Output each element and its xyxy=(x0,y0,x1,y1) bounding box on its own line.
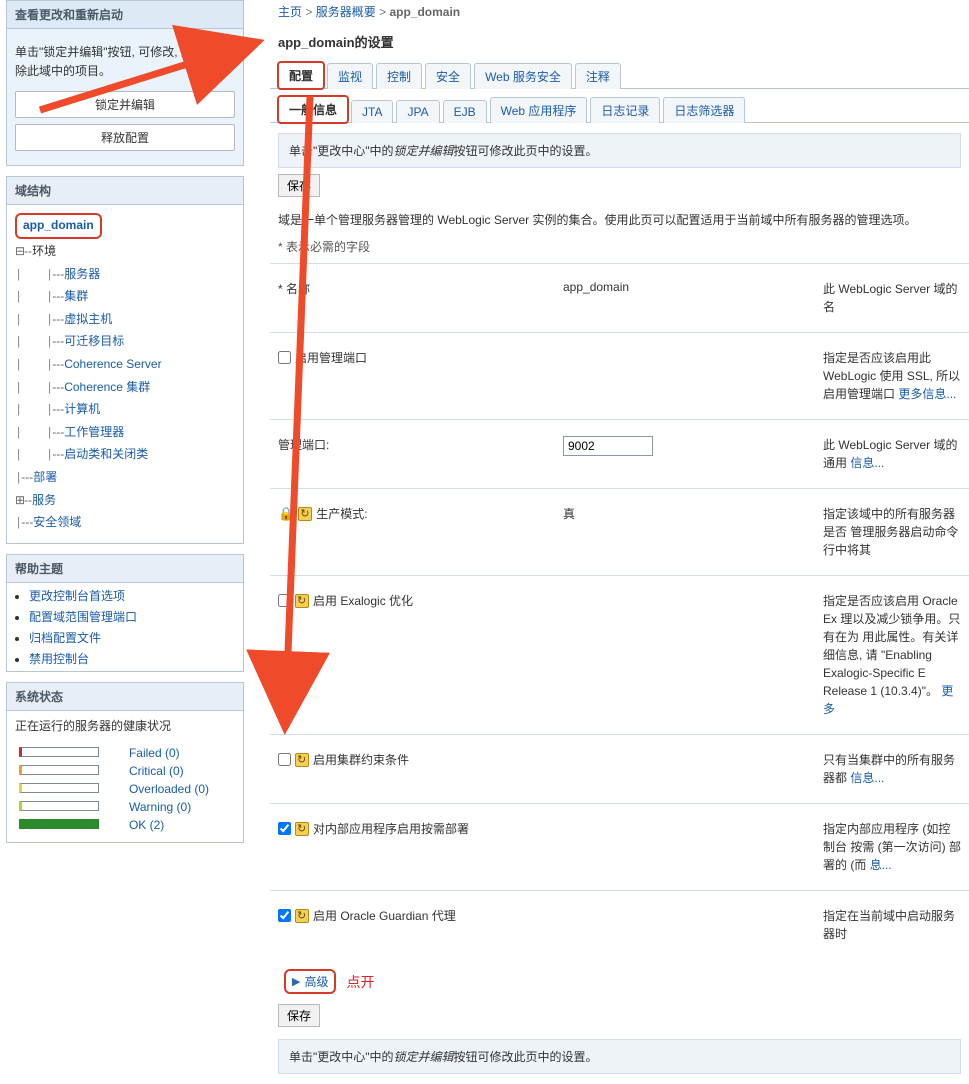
prop-adminport-label: 管理端口: xyxy=(278,436,329,453)
tree-toggle-icon[interactable]: ⊞ xyxy=(15,494,24,508)
more-info-link[interactable]: 息... xyxy=(870,858,892,872)
restart-icon xyxy=(295,753,309,767)
lock-edit-button[interactable]: 锁定并编辑 xyxy=(15,91,235,118)
tab-配置[interactable]: 配置 xyxy=(278,62,324,89)
breadcrumb-current: app_domain xyxy=(389,5,460,19)
prop-name-label: * 名称 xyxy=(278,280,310,297)
help-link[interactable]: 禁用控制台 xyxy=(29,652,89,666)
help-topics-title: 帮助主题 xyxy=(7,555,243,583)
subtab-日志记录[interactable]: 日志记录 xyxy=(590,97,660,123)
breadcrumb-home[interactable]: 主页 xyxy=(278,5,302,19)
tab-安全[interactable]: 安全 xyxy=(425,63,471,89)
prop-name-help: 此 WebLogic Server 域的名 xyxy=(823,280,961,316)
tree-deploy[interactable]: 部署 xyxy=(33,470,57,484)
prop-exalogic-label: 启用 Exalogic 优化 xyxy=(313,592,413,609)
tree-item[interactable]: Coherence Server xyxy=(64,357,161,371)
admin-port-enabled-checkbox[interactable] xyxy=(278,351,291,364)
annotation-clickopen: 点开 xyxy=(346,972,374,992)
prop-adminport-enabled-label: 启用管理端口 xyxy=(295,349,367,366)
breadcrumb-servers[interactable]: 服务器概要 xyxy=(316,5,376,19)
more-info-link[interactable]: 更多信息... xyxy=(898,387,956,401)
breadcrumb: 主页 > 服务器概要 > app_domain xyxy=(270,0,969,32)
lock-icon: 🔒 xyxy=(278,506,294,522)
tab-监视[interactable]: 监视 xyxy=(327,63,373,89)
tree-env[interactable]: 环境 xyxy=(32,244,56,258)
tree-item[interactable]: 服务器 xyxy=(64,267,100,281)
tree-item[interactable]: 工作管理器 xyxy=(64,425,124,439)
save-button-bottom[interactable]: 保存 xyxy=(278,1004,320,1027)
help-link[interactable]: 更改控制台首选项 xyxy=(29,589,125,603)
domain-tree: app_domain ⊟--环境 | |---服务器| |---集群| |---… xyxy=(7,205,243,542)
health-link[interactable]: Overloaded (0) xyxy=(129,782,209,796)
prop-ondemand-label: 对内部应用程序启用按需部署 xyxy=(313,820,469,837)
ondemand-deploy-checkbox[interactable] xyxy=(278,822,291,835)
prop-guardian-label: 启用 Oracle Guardian 代理 xyxy=(313,907,456,924)
required-note: * 表示必需的字段 xyxy=(270,234,969,263)
tree-toggle-icon[interactable]: ⊟ xyxy=(15,245,24,259)
domain-root[interactable]: app_domain xyxy=(15,213,102,239)
domain-description: 域是一单个管理服务器管理的 WebLogic Server 实例的集合。使用此页… xyxy=(270,201,969,234)
cluster-constraint-checkbox[interactable] xyxy=(278,753,291,766)
exalogic-checkbox[interactable] xyxy=(278,594,291,607)
health-link[interactable]: OK (2) xyxy=(129,818,164,832)
help-link[interactable]: 归档配置文件 xyxy=(29,631,101,645)
subtab-日志筛选器[interactable]: 日志筛选器 xyxy=(663,97,745,123)
tree-security-realms[interactable]: 安全领域 xyxy=(33,515,81,529)
save-button-top[interactable]: 保存 xyxy=(278,174,320,197)
release-config-button[interactable]: 释放配置 xyxy=(15,124,235,151)
subtab-Web 应用程序[interactable]: Web 应用程序 xyxy=(490,97,588,123)
domain-structure-title: 域结构 xyxy=(7,177,243,205)
tree-item[interactable]: 集群 xyxy=(64,289,88,303)
page-title: app_domain的设置 xyxy=(270,32,969,61)
subtab-JPA[interactable]: JPA xyxy=(396,100,439,123)
tree-item[interactable]: 虚拟主机 xyxy=(64,312,112,326)
tree-item[interactable]: Coherence 集群 xyxy=(64,380,150,394)
tab-注释[interactable]: 注释 xyxy=(575,63,621,89)
subtab-一般信息[interactable]: 一般信息 xyxy=(278,96,348,123)
restart-icon xyxy=(298,507,312,521)
change-center-title: 查看更改和重新启动 xyxy=(7,1,243,29)
subtab-JTA[interactable]: JTA xyxy=(351,100,393,123)
health-link[interactable]: Failed (0) xyxy=(129,746,180,760)
health-bar xyxy=(19,747,99,757)
health-bar xyxy=(19,801,99,811)
change-center-desc: 单击"锁定并编辑"按钮, 可修改, 添加或删除此域中的项目。 xyxy=(15,43,235,81)
tree-item[interactable]: 计算机 xyxy=(64,402,100,416)
admin-port-input[interactable] xyxy=(563,436,653,456)
tab-控制[interactable]: 控制 xyxy=(376,63,422,89)
expand-icon: ▶ xyxy=(292,975,300,988)
system-status-desc: 正在运行的服务器的健康状况 xyxy=(7,711,243,736)
health-bar xyxy=(19,819,99,829)
more-info-link[interactable]: 信息... xyxy=(850,771,884,785)
health-bar xyxy=(19,783,99,793)
tree-item[interactable]: 可迁移目标 xyxy=(64,334,124,348)
system-status-title: 系统状态 xyxy=(7,683,243,711)
prop-cluster-constraint-label: 启用集群约束条件 xyxy=(313,751,409,768)
restart-icon xyxy=(295,909,309,923)
tab-Web 服务安全[interactable]: Web 服务安全 xyxy=(474,63,572,89)
health-link[interactable]: Warning (0) xyxy=(129,800,191,814)
advanced-toggle[interactable]: ▶ 高级 xyxy=(284,969,336,994)
prop-prodmode-label: 生产模式: xyxy=(316,505,367,522)
restart-icon xyxy=(295,594,309,608)
info-bar-bottom: 单击"更改中心"中的锁定并编辑按钮可修改此页中的设置。 xyxy=(278,1039,961,1074)
tree-item[interactable]: 启动类和关闭类 xyxy=(64,447,148,461)
info-bar: 单击"更改中心"中的锁定并编辑按钮可修改此页中的设置。 xyxy=(278,133,961,168)
subtab-EJB[interactable]: EJB xyxy=(443,100,487,123)
more-info-link[interactable]: 信息... xyxy=(850,456,884,470)
health-bar xyxy=(19,765,99,775)
tree-services[interactable]: 服务 xyxy=(32,493,56,507)
restart-icon xyxy=(295,822,309,836)
help-link[interactable]: 配置域范围管理端口 xyxy=(29,610,137,624)
guardian-checkbox[interactable] xyxy=(278,909,291,922)
prop-name-value: app_domain xyxy=(563,280,823,294)
health-link[interactable]: Critical (0) xyxy=(129,764,184,778)
prop-prodmode-value: 真 xyxy=(563,505,823,522)
